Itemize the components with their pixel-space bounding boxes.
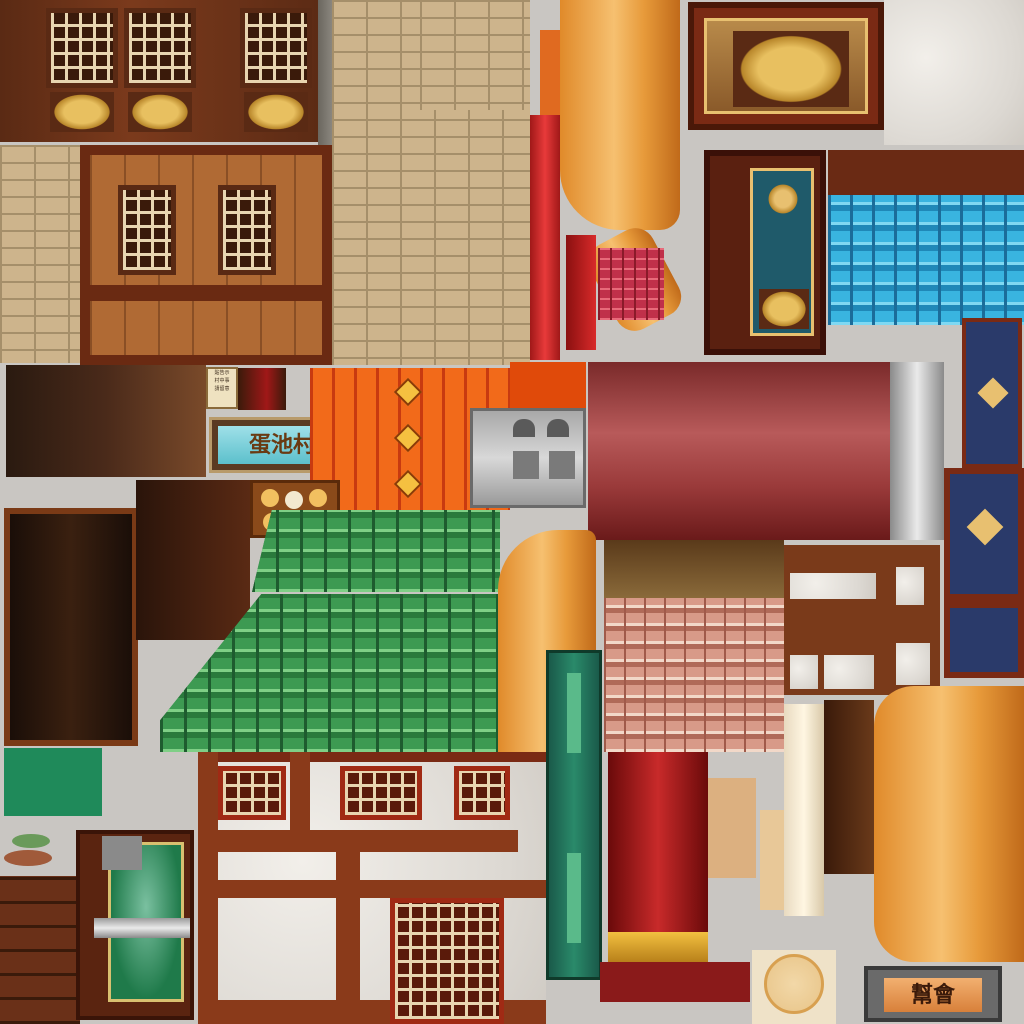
lattice-window-1	[46, 8, 118, 88]
bun-1	[261, 489, 279, 507]
door-crossbeam	[90, 285, 322, 301]
jade-dragon-door	[76, 830, 194, 1020]
dragon-carving-2-icon	[128, 92, 192, 132]
facade-beam-top	[198, 752, 546, 762]
notice-paper: 貼告示 村中事 請留意	[206, 367, 238, 409]
notice-line-1: 貼告示	[214, 370, 230, 376]
dark-post	[824, 700, 874, 874]
facade-window-3	[454, 766, 510, 820]
guild-sign-text: 幫會	[910, 982, 955, 1008]
window-pane-1	[790, 573, 876, 599]
metal-cap	[890, 362, 944, 540]
fish-body-2	[4, 850, 52, 866]
coin-knot-icon	[763, 179, 803, 219]
dark-plank-mid	[136, 480, 250, 640]
red-book-icon	[238, 368, 286, 410]
carved-door-panel-top	[0, 0, 330, 142]
pillar-band	[950, 594, 1018, 608]
facade-post-3	[336, 852, 360, 1024]
wood-shelf-strip	[0, 876, 80, 1024]
red-block-top	[540, 30, 560, 115]
guild-sign: 幫會	[864, 966, 1002, 1022]
red-column-base	[608, 932, 708, 962]
facade-window-1	[218, 766, 286, 820]
stone-carving-2	[549, 451, 575, 479]
dark-wood-board	[6, 365, 206, 477]
lantern-icon-1	[393, 377, 423, 407]
facade-window-2	[340, 766, 422, 820]
door-iron-clasp	[94, 918, 190, 938]
roof-blue-tiles	[828, 195, 1024, 325]
dragon-medallion	[752, 950, 836, 1024]
beige-tile-2	[760, 810, 786, 910]
lattice-window-3	[240, 8, 312, 88]
fish-body-1	[12, 834, 50, 848]
pink-tile-patch	[598, 248, 664, 320]
ornate-pillar-right-2	[944, 468, 1024, 678]
facade-beam-mid	[198, 830, 518, 852]
roof-green-upper	[252, 510, 500, 592]
dark-plank-left	[4, 508, 138, 746]
door-lattice-left	[118, 185, 176, 275]
orange-block	[510, 362, 586, 412]
bun-2	[285, 491, 303, 509]
guild-sign-board: 幫會	[884, 978, 982, 1012]
door-lattice-right	[218, 185, 276, 275]
roof-blue-beam	[828, 150, 1024, 195]
notice-line-2: 村中事	[214, 378, 230, 384]
pillar-inset-1	[567, 673, 581, 753]
dragon-plaque-inner	[704, 18, 868, 114]
dragon-small-icon	[759, 289, 809, 329]
dragon-medallion-icon	[764, 954, 824, 1014]
bun-3	[309, 489, 327, 507]
dragon-plaque-frame	[688, 2, 884, 130]
stone-window-1	[513, 419, 535, 437]
door-corner-ornament-icon	[102, 836, 142, 870]
gold-scroll-top	[560, 0, 680, 230]
blue-green-pillar	[546, 650, 602, 980]
roof-terracotta	[604, 598, 784, 752]
red-column	[608, 752, 708, 932]
red-step	[600, 962, 750, 1002]
window-pane-5	[896, 643, 930, 685]
wooden-door-large	[80, 145, 332, 365]
paper-strip	[784, 704, 824, 916]
jade-swatch	[4, 748, 102, 816]
dragon-carving-3-icon	[244, 92, 308, 132]
ornate-panel-frame	[704, 150, 826, 355]
dragon-emblem-icon	[733, 31, 849, 107]
window-frame-grid	[784, 545, 940, 695]
window-pane-3	[790, 655, 818, 689]
facade-beam-low	[198, 880, 546, 898]
dragon-carving-1-icon	[50, 92, 114, 132]
window-pane-4	[824, 655, 874, 689]
wood-header-beam	[604, 540, 784, 598]
pillar-diamond-2	[966, 508, 1004, 546]
brick-wall-left	[0, 145, 82, 363]
stone-facade	[470, 408, 586, 508]
red-lacquer-panel	[588, 362, 892, 540]
stone-carving-1	[513, 451, 539, 479]
plaster-tile-top-right	[884, 0, 1024, 145]
facade-door-lattice	[390, 898, 504, 1024]
ornate-panel-inner	[750, 168, 814, 336]
red-pillar-strip	[530, 115, 560, 360]
brick-wall-top-strip	[420, 0, 530, 110]
pillar-diamond-1	[977, 377, 1009, 409]
beige-tile-1	[708, 778, 756, 878]
window-pane-2	[896, 567, 924, 605]
village-sign-text: 蛋池村	[248, 432, 315, 458]
lattice-window-2	[124, 8, 196, 88]
lantern-icon-2	[393, 423, 423, 453]
lantern-icon-3	[393, 469, 423, 499]
fish-icon	[4, 830, 54, 874]
stone-window-2	[547, 419, 569, 437]
notice-line-3: 請留意	[214, 386, 230, 392]
red-drape	[566, 235, 596, 350]
pillar-inset-2	[567, 853, 581, 943]
ornate-pillar-right-1	[962, 318, 1022, 468]
gold-scroll-large	[874, 686, 1024, 962]
